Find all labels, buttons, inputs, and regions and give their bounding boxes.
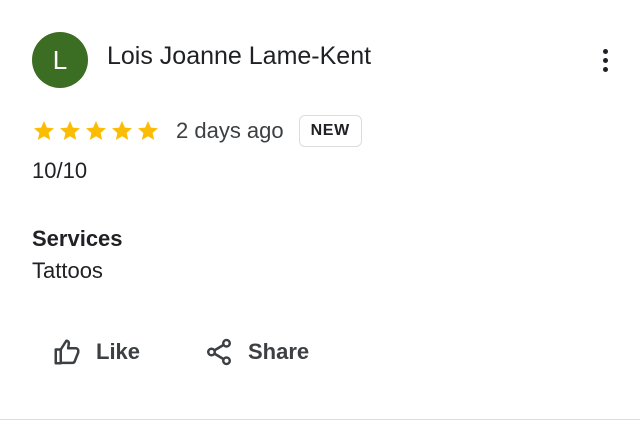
more-vertical-icon[interactable] — [592, 46, 620, 76]
share-label: Share — [248, 339, 310, 364]
like-button[interactable]: Like — [52, 330, 140, 374]
avatar[interactable]: L — [32, 32, 88, 88]
review-date: 2 days ago — [176, 118, 284, 143]
star-icon — [112, 121, 132, 140]
share-icon — [207, 338, 231, 366]
share-button[interactable]: Share — [204, 330, 309, 374]
like-label: Like — [96, 339, 141, 364]
star-icon — [138, 121, 158, 140]
services-value: Tattoos — [32, 258, 103, 283]
author-name[interactable]: Lois Joanne Lame-Kent — [107, 42, 371, 71]
review-text: 10/10 — [32, 158, 88, 183]
rating-row: 2 days ago NEW — [32, 114, 362, 148]
divider — [0, 419, 640, 420]
services-label: Services — [32, 226, 123, 251]
star-rating — [32, 119, 160, 143]
review-card: L Lois Joanne Lame-Kent 2 days ago NEW 1… — [0, 0, 640, 420]
new-badge: NEW — [298, 115, 362, 147]
thumbs-up-icon — [54, 339, 80, 365]
star-icon — [34, 121, 54, 140]
star-icon — [86, 121, 106, 140]
star-icon — [60, 121, 80, 140]
